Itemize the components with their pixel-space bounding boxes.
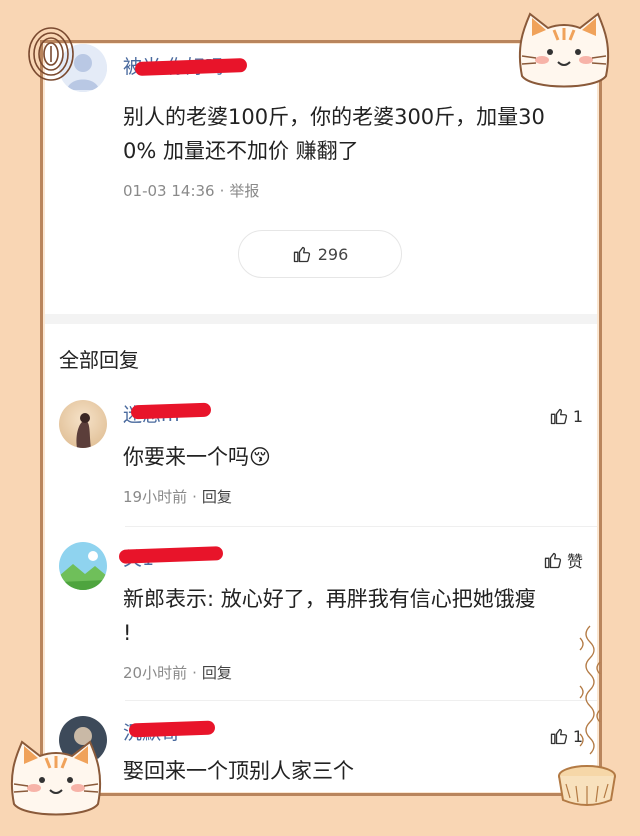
top-comment-meta: 01-03 14:36 · 举报 [123, 182, 260, 200]
fingerprint-icon [28, 27, 74, 81]
reply-like-button[interactable]: 1 [549, 406, 583, 426]
avatar[interactable] [59, 542, 107, 590]
reply-like-button[interactable]: 赞 [543, 548, 583, 572]
username-redaction [130, 402, 212, 420]
reply-link[interactable]: 回复 [202, 664, 232, 682]
blushing-emoji-icon: 😚 [249, 445, 271, 469]
reply-meta: 20小时前 · 回复 [123, 664, 232, 682]
thumbs-up-icon [544, 552, 562, 569]
avatar[interactable] [59, 400, 107, 448]
section-divider [45, 314, 597, 324]
thumbs-up-icon [550, 728, 567, 745]
comment-time: 01-03 14:36 [123, 182, 215, 200]
replies-header: 全部回复 [59, 348, 139, 372]
username-redaction [118, 546, 224, 564]
reply-like-label: 赞 [566, 552, 583, 571]
user-photo-icon [59, 400, 107, 448]
username-redaction [128, 720, 216, 738]
cat-face-sticker-icon [518, 12, 610, 88]
reply-like-count: 1 [572, 406, 583, 426]
cat-face-sticker-icon [10, 740, 102, 816]
reply-text-content: 你要来一个吗 [123, 445, 249, 469]
reply-time: 19小时前 [123, 488, 188, 506]
comment-card: 被光 你好吗 别人的老婆100斤，你的老婆300斤，加量30 0% 加量还不加价… [45, 44, 597, 792]
reply-text: 娶回来一个顶别人家三个 [123, 759, 354, 783]
reply-text-line2: ! [123, 621, 132, 645]
reply-meta: 19小时前 · 回复 [123, 488, 232, 506]
landscape-avatar-icon [59, 542, 107, 590]
reply-text: 你要来一个吗😚 [123, 440, 271, 474]
username-redaction [134, 58, 248, 76]
reply-link[interactable]: 回复 [202, 488, 232, 506]
reply-text-line1: 新郎表示: 放心好了，再胖我有信心把她饿瘦 [123, 587, 536, 611]
reply-time: 20小时前 [123, 664, 188, 682]
reply-item: 迷恋m 1 你要来一个吗😚 19小时前·回复 [45, 394, 597, 534]
reply-item: 关1 赞 新郎表示: 放心好了，再胖我有信心把她饿瘦 ! 20小时前·回复 [45, 534, 597, 704]
thumbs-up-icon [293, 246, 310, 263]
report-link[interactable]: 举报 [229, 182, 259, 200]
top-comment-text-line2: 0% 加量还不加价 赚翻了 [123, 139, 359, 163]
like-count: 296 [317, 244, 349, 264]
doodle-line-icon [579, 625, 601, 755]
reply-divider [125, 526, 597, 527]
cake-sticker-icon [558, 765, 616, 806]
reply-divider [125, 700, 597, 701]
top-comment-like-button[interactable]: 296 [238, 230, 402, 278]
reply-item: 沉默哥 1 娶回来一个顶别人家三个 [45, 708, 597, 792]
thumbs-up-icon [550, 408, 567, 425]
top-comment-text-line1: 别人的老婆100斤，你的老婆300斤，加量30 [123, 105, 545, 129]
